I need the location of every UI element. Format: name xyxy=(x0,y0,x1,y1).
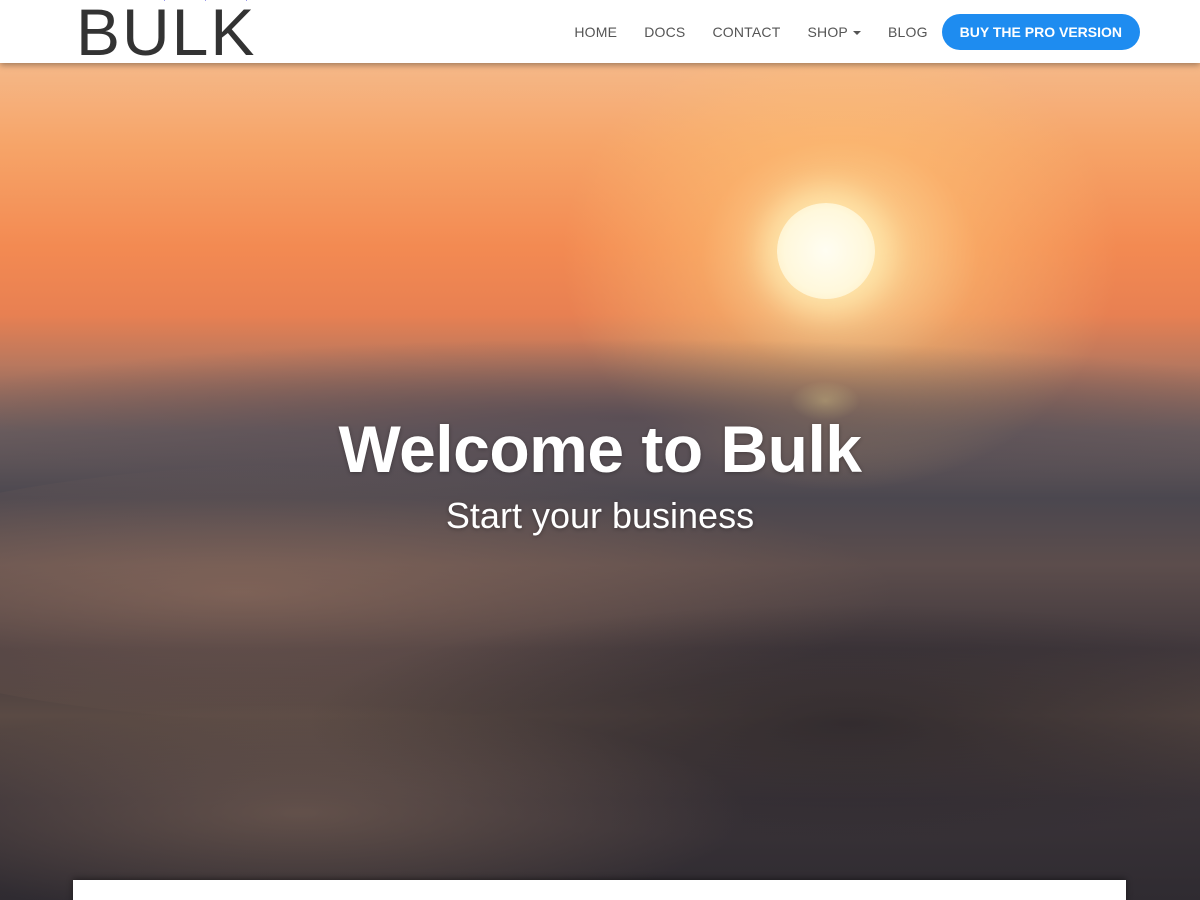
site-header: BULK HOME DOCS CONTACT SHOP BLOG BUY THE… xyxy=(0,0,1200,63)
nav-shop-label: SHOP xyxy=(807,23,848,40)
sun-image xyxy=(777,203,875,299)
nav-shop[interactable]: SHOP xyxy=(807,23,861,40)
page: BULK HOME DOCS CONTACT SHOP BLOG BUY THE… xyxy=(0,0,1200,900)
nav-blog-label: BLOG xyxy=(887,23,928,40)
hero-title: Welcome to Bulk xyxy=(338,412,862,486)
main-nav: HOME DOCS CONTACT SHOP BLOG BUY THE PRO … xyxy=(574,0,1200,63)
nav-contact[interactable]: CONTACT xyxy=(712,24,780,40)
buy-pro-button[interactable]: BUY THE PRO VERSION xyxy=(941,13,1140,50)
nav-contact-label: CONTACT xyxy=(712,23,781,40)
nav-home[interactable]: HOME xyxy=(574,24,617,40)
site-logo[interactable]: BULK xyxy=(74,0,290,63)
hero-subtitle: Start your business xyxy=(445,495,755,536)
caret-down-icon xyxy=(852,30,861,35)
logo-text: BULK xyxy=(76,0,256,63)
nav-home-label: HOME xyxy=(574,23,618,40)
bulk-logo-icon: BULK xyxy=(76,0,264,63)
nav-docs[interactable]: DOCS xyxy=(644,24,685,40)
hero-banner: Welcome to Bulk Start your business xyxy=(0,63,1200,900)
nav-docs-label: DOCS xyxy=(644,23,686,40)
nav-blog[interactable]: BLOG xyxy=(888,24,928,40)
buy-pro-label: BUY THE PRO VERSION xyxy=(959,23,1122,40)
content-container xyxy=(73,880,1126,900)
